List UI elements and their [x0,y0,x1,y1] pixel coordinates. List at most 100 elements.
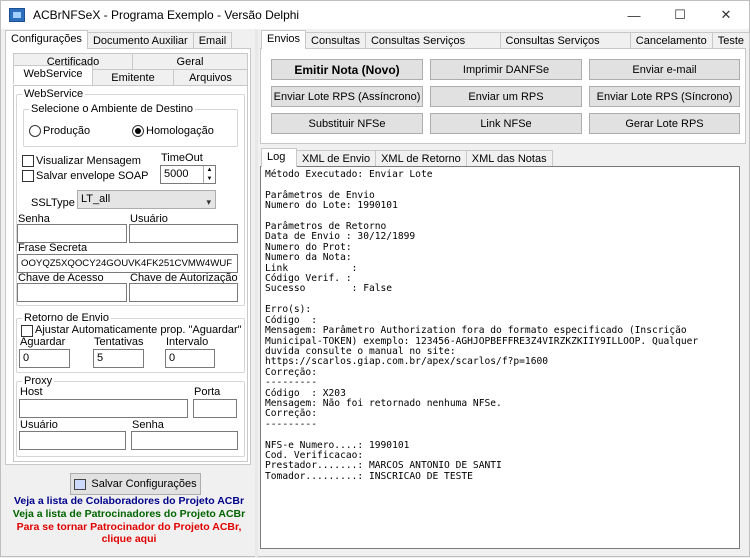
window-title: ACBrNFSeX - Programa Exemplo - Versão De… [33,8,300,22]
chave-autorizacao-input[interactable] [129,283,238,302]
proxy-usuario-label: Usuário [20,419,58,431]
aguardar-value: 0 [23,352,30,364]
frase-secreta-value: OOYQZ5XQOCY24GOUVK4FK251CVMW4WUF [21,258,233,269]
subtab-arquivos[interactable]: Arquivos [173,69,248,86]
chevron-down-icon: ▾ [206,197,211,207]
tab-consultas-tomados[interactable]: Consultas Serviços Tomados [499,32,631,63]
tab-consultas[interactable]: Consultas [305,32,366,49]
host-input[interactable] [19,399,188,418]
colaboradores-link[interactable]: Veja a lista de Colaboradores do Projeto… [5,495,253,507]
log-line: --------- [265,377,317,389]
salvar-configuracoes-button[interactable]: Salvar Configurações [70,473,201,495]
spin-down-icon[interactable]: ▼ [204,175,215,183]
log-line: Erro(s): [265,304,312,316]
main-window: ACBrNFSeX - Programa Exemplo - Versão De… [0,0,750,558]
chave-acesso-input[interactable] [17,283,127,302]
webservice-group-title: WebService [22,88,86,100]
tab-consultas-prestados[interactable]: Consultas Serviços Prestados [364,32,501,63]
tab-configuracoes[interactable]: Configurações [5,30,88,49]
subtab-webservice[interactable]: WebService [13,65,93,84]
frase-secreta-label: Frase Secreta [18,242,88,254]
subtab-emitente[interactable]: Emitente [92,69,174,86]
log-line: Numero do Lote: 1990101 [265,200,398,212]
tab-xml-notas[interactable]: XML das Notas [465,150,553,167]
log-line: https://scarlos.giap.com.br/apex/scarlos… [265,356,549,368]
homologacao-label: Homologação [146,125,214,137]
maximize-button[interactable]: ☐ [657,1,703,29]
log-line: Tomador.........: INSCRICAO DE TESTE [265,470,473,482]
tab-cancelamento[interactable]: Cancelamento [629,32,713,49]
tentativas-label: Tentativas [94,336,144,348]
senha-input[interactable] [17,224,127,243]
minimize-button[interactable]: — [611,1,657,29]
tab-log[interactable]: Log [261,148,297,167]
intervalo-input[interactable]: 0 [165,349,215,368]
title-bar[interactable]: ACBrNFSeX - Programa Exemplo - Versão De… [1,1,749,29]
proxy-senha-input[interactable] [131,431,238,450]
right-tabs: Envios Consultas Consultas Serviços Pres… [261,30,750,63]
enviar-um-rps-button[interactable]: Enviar um RPS [430,86,582,107]
tab-email[interactable]: Email [192,32,233,49]
subtab-geral[interactable]: Geral [132,53,248,70]
close-button[interactable]: ✕ [703,1,749,29]
salvar-envelope-label: Salvar envelope SOAP [36,170,149,182]
visualizar-mensagem-label: Visualizar Mensagem [36,155,141,167]
ajustar-label: Ajustar Automaticamente prop. "Aguardar" [35,324,242,336]
substituir-nfse-button[interactable]: Substituir NFSe [271,113,423,134]
tentativas-input[interactable]: 5 [93,349,144,368]
emitir-nota-button[interactable]: Emitir Nota (Novo) [271,59,423,80]
tab-teste[interactable]: Teste [711,32,750,49]
tentativas-value: 5 [97,352,104,364]
gerar-lote-rps-button[interactable]: Gerar Lote RPS [589,113,740,134]
timeout-input[interactable]: 5000 ▲ ▼ [160,165,216,184]
patrocinadores-link[interactable]: Veja a lista de Patrocinadores do Projet… [5,508,253,520]
enviar-lote-sincrono-button[interactable]: Enviar Lote RPS (Síncrono) [589,86,740,107]
homologacao-radio[interactable] [132,125,144,137]
log-tabs: Log XML de Envio XML de Retorno XML das … [261,148,553,167]
salvar-configuracoes-label: Salvar Configurações [91,478,197,490]
enviar-lote-assincrono-button[interactable]: Enviar Lote RPS (Assíncrono) [271,86,423,107]
frase-secreta-input[interactable]: OOYQZ5XQOCY24GOUVK4FK251CVMW4WUF [17,254,238,273]
tab-envios[interactable]: Envios [261,30,307,49]
log-line: Sucesso : False [265,283,393,295]
splitter[interactable] [255,29,258,558]
left-tabs: Configurações Documento Auxiliar Email [5,30,233,49]
imprimir-danfse-button[interactable]: Imprimir DANFSe [430,59,582,80]
usuario-input[interactable] [129,224,238,243]
intervalo-value: 0 [169,352,176,364]
log-line: Mensagem: Parâmetro Authorization fora d… [265,325,687,337]
retorno-group-title: Retorno de Envio [22,312,111,324]
enviar-email-button[interactable]: Enviar e-mail [589,59,740,80]
link-nfse-button[interactable]: Link NFSe [430,113,582,134]
timeout-value: 5000 [164,168,189,180]
log-line: Correção: [265,366,317,378]
intervalo-label: Intervalo [166,336,209,348]
tab-xml-retorno[interactable]: XML de Retorno [375,150,467,167]
log-line: Método Executado: Enviar Lote [265,169,433,180]
log-line: Correção: [265,408,317,420]
timeout-label: TimeOut [161,152,203,164]
ssltype-select[interactable]: LT_all ▾ [77,190,216,209]
timeout-spinner[interactable]: ▲ ▼ [203,166,215,183]
proxy-usuario-input[interactable] [19,431,126,450]
clique-aqui-link[interactable]: clique aqui [5,533,253,545]
aguardar-label: Aguardar [20,336,66,348]
visualizar-mensagem-checkbox[interactable] [22,155,34,167]
tab-xml-envio[interactable]: XML de Envio [296,150,377,167]
tab-documento-auxiliar[interactable]: Documento Auxiliar [86,32,194,49]
porta-input[interactable] [193,399,237,418]
log-line: Mensagem: Não foi retornado nenhuma NFSe… [265,397,502,409]
salvar-envelope-checkbox[interactable] [22,170,34,182]
log-line: --------- [265,418,317,430]
log-memo[interactable]: Método Executado: Enviar Lote Parâmetros… [260,166,740,549]
ssltype-value: LT_all [81,193,111,205]
producao-label: Produção [43,125,91,137]
ssltype-label: SSLType [31,197,75,209]
ambiente-group-title: Selecione o Ambiente de Destino [29,103,196,115]
tornar-patrocinador-link[interactable]: Para se tornar Patrocinador do Projeto A… [5,521,253,533]
aguardar-input[interactable]: 0 [19,349,70,368]
app-icon [9,8,25,22]
producao-radio[interactable] [29,125,41,137]
